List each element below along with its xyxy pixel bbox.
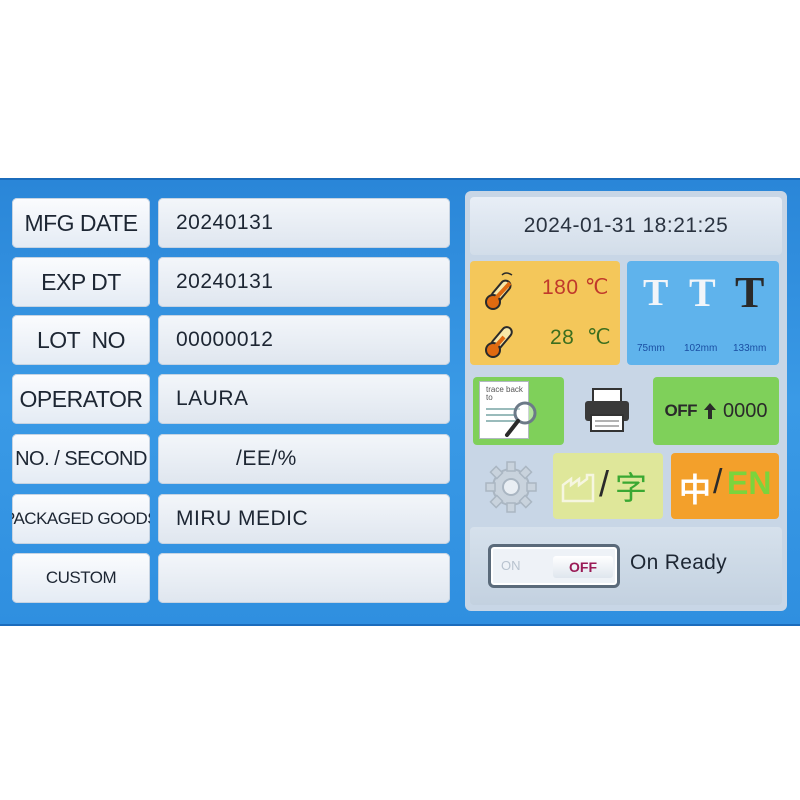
- lower-temperature: 28 ℃: [550, 326, 612, 349]
- custom-label[interactable]: CUSTOM: [12, 553, 150, 603]
- language-zh: 中: [679, 472, 712, 508]
- gear-icon: [485, 461, 537, 513]
- magnifier-icon: [505, 401, 537, 437]
- exp-date-label[interactable]: EXP DT: [12, 257, 150, 307]
- toggle-off-label: OFF: [553, 556, 613, 578]
- upper-thermometer-icon: [485, 272, 513, 310]
- settings-tile[interactable]: [473, 453, 553, 519]
- status-text: On Ready: [630, 551, 727, 574]
- font-size-small-label: 75mm: [637, 343, 665, 354]
- mfg-date-field[interactable]: 20240131: [158, 198, 450, 248]
- font-size-small-icon: T: [643, 272, 669, 314]
- status-bar: ON OFF On Ready: [470, 527, 782, 605]
- operator-label[interactable]: OPERATOR: [12, 374, 150, 424]
- packaged-goods-field[interactable]: MIRU MEDIC: [158, 494, 450, 544]
- logo-slash: /: [599, 463, 610, 504]
- no-second-label[interactable]: NO. / SECOND: [12, 434, 150, 484]
- custom-field[interactable]: [158, 553, 450, 603]
- operator-field[interactable]: LAURA: [158, 374, 450, 424]
- counter-tile[interactable]: OFF 0000: [653, 377, 779, 445]
- font-size-tile[interactable]: T T T 75mm 102mm 133mm: [627, 261, 779, 365]
- control-panel: 2024-01-31 18:21:25 180 ℃ 28 ℃ T T T 75m…: [465, 191, 787, 611]
- language-en: EN: [727, 465, 772, 501]
- no-second-field[interactable]: /EE/%: [158, 434, 450, 484]
- mfg-date-label[interactable]: MFG DATE: [12, 198, 150, 248]
- packaged-goods-label[interactable]: PACKAGED GOODS: [12, 494, 150, 544]
- temperature-tile[interactable]: 180 ℃ 28 ℃: [470, 261, 620, 365]
- exp-date-field[interactable]: 20240131: [158, 257, 450, 307]
- factory-icon: [561, 473, 595, 503]
- language-slash: /: [713, 463, 723, 501]
- datetime-display: 2024-01-31 18:21:25: [470, 197, 782, 255]
- logo-text-tile[interactable]: / 字: [553, 453, 663, 519]
- counter-state: OFF: [664, 401, 698, 420]
- printer-tile[interactable]: [569, 377, 643, 445]
- font-size-large-label: 133mm: [733, 343, 767, 354]
- arrow-up-icon: [704, 403, 716, 419]
- lower-thermometer-icon: [485, 326, 513, 358]
- font-size-medium-icon: T: [689, 270, 716, 315]
- upper-temperature: 180 ℃: [542, 276, 609, 299]
- font-size-large-icon: T: [735, 268, 765, 317]
- lot-no-field[interactable]: 00000012: [158, 315, 450, 365]
- character-label: 字: [615, 470, 648, 506]
- power-toggle[interactable]: ON OFF: [488, 544, 620, 588]
- toggle-on-label: ON: [501, 558, 521, 573]
- counter-display: OFF 0000: [665, 400, 768, 423]
- traceback-tile[interactable]: trace back to: [473, 377, 564, 445]
- printer-icon: [585, 388, 629, 432]
- language-tile[interactable]: 中 / EN: [671, 453, 779, 519]
- lot-no-label[interactable]: LOT NO: [12, 315, 150, 365]
- counter-value: 0000: [723, 399, 768, 422]
- no-second-value: /EE/%: [236, 447, 297, 470]
- font-size-medium-label: 102mm: [684, 343, 718, 354]
